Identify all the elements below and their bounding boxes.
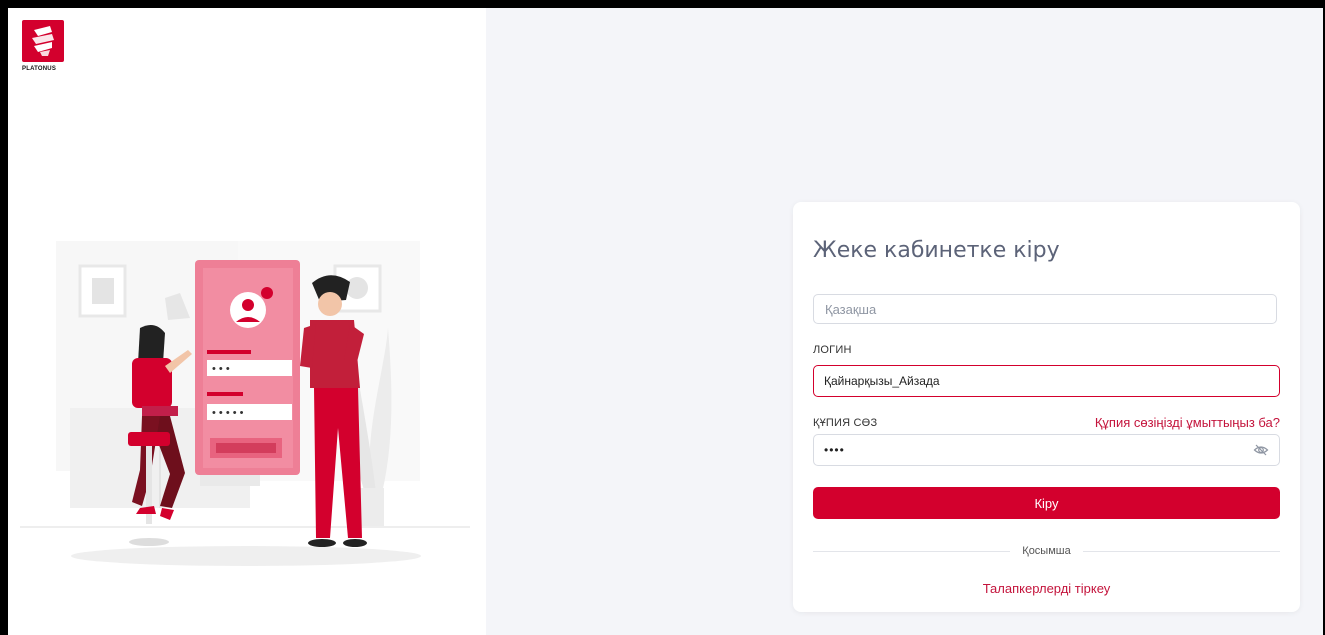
divider-line-right xyxy=(1082,550,1280,552)
register-applicants-link[interactable]: Талапкерлерді тіркеу xyxy=(793,581,1300,596)
divider-text: Қосымша xyxy=(1022,545,1071,557)
login-button[interactable]: Кіру xyxy=(813,487,1280,519)
platonus-logo-icon xyxy=(22,20,64,62)
password-field[interactable]: •••• xyxy=(813,434,1280,466)
illustration-password-dots-2: • • • • • xyxy=(212,407,244,419)
logo-text: PLATONUS xyxy=(22,66,57,72)
login-illustration: • • • • • • • • xyxy=(20,241,470,566)
login-input[interactable] xyxy=(813,365,1280,397)
language-select-value: Қазақша xyxy=(825,301,877,317)
divider-line-left xyxy=(813,550,1011,552)
password-label: ҚҰПИЯ СӨЗ xyxy=(813,417,878,429)
page-title: Жеке кабинетке кіру xyxy=(813,238,1060,263)
forgot-password-link[interactable]: Құпия сөзіңізді ұмыттыңыз ба? xyxy=(1095,415,1280,430)
password-value: •••• xyxy=(824,443,845,457)
eye-slash-icon[interactable] xyxy=(1253,442,1269,458)
left-pane: PLATONUS • • • • • • • • xyxy=(8,8,486,635)
divider: Қосымша xyxy=(813,544,1280,558)
login-label: ЛОГИН xyxy=(813,344,852,356)
app-window: PLATONUS • • • • • • • • Жеке кабинетке … xyxy=(8,8,1323,635)
language-select[interactable]: Қазақша xyxy=(813,294,1277,324)
illustration-password-dots-1: • • • xyxy=(212,363,230,375)
login-card: Жеке кабинетке кіру Қазақша ЛОГИН ҚҰПИЯ … xyxy=(793,202,1300,612)
logo: PLATONUS xyxy=(22,20,66,80)
